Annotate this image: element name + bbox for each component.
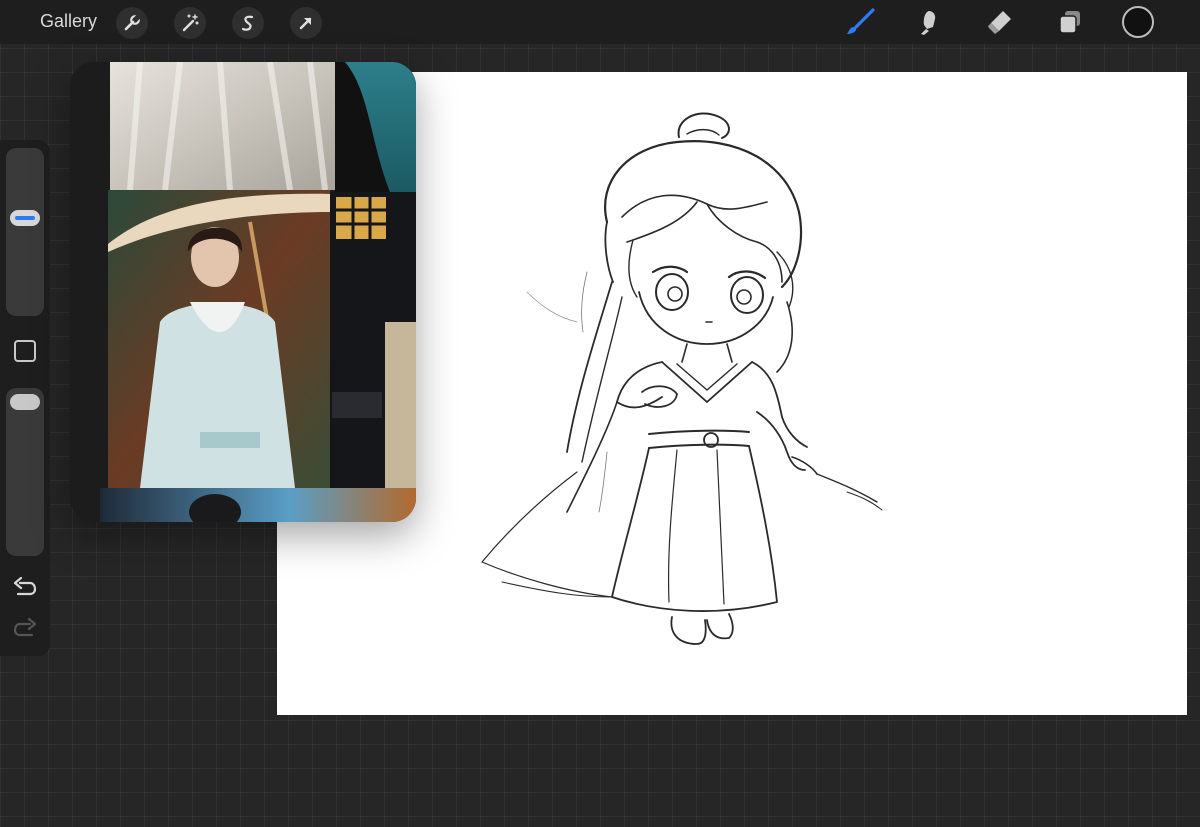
bottom-strip-photo — [100, 488, 416, 522]
reference-window[interactable] — [70, 62, 416, 522]
transform-button[interactable] — [290, 7, 322, 39]
gallery-button[interactable]: Gallery — [26, 9, 111, 34]
eraser-tool-button[interactable] — [982, 5, 1018, 39]
smudge-tool-button[interactable] — [912, 5, 948, 39]
adjustments-button[interactable] — [174, 7, 206, 39]
transform-arrow-icon — [299, 17, 312, 30]
brush-size-thumb[interactable] — [10, 210, 40, 226]
eraser-icon — [988, 11, 1011, 34]
selection-icon — [241, 15, 254, 31]
brush-size-slider[interactable] — [6, 148, 44, 316]
left-sidebar — [0, 140, 50, 656]
brush-tool-button[interactable] — [842, 5, 878, 39]
brush-icon — [847, 8, 875, 34]
opacity-thumb[interactable] — [10, 394, 40, 410]
smudge-icon — [921, 11, 936, 35]
color-picker-button[interactable] — [1122, 6, 1154, 38]
costume-fabric-photo — [110, 62, 335, 191]
magic-wand-icon — [182, 14, 199, 32]
redo-button[interactable] — [12, 617, 38, 640]
undo-button[interactable] — [12, 576, 38, 599]
undo-icon — [13, 576, 37, 596]
redo-icon — [13, 617, 37, 637]
wrench-icon — [124, 13, 142, 31]
teal-sleeve-photo — [335, 62, 416, 192]
layers-button[interactable] — [1052, 5, 1088, 39]
top-toolbar: Gallery — [0, 0, 1200, 44]
reference-collage — [100, 62, 416, 522]
modify-button[interactable] — [14, 340, 36, 362]
actions-button[interactable] — [116, 7, 148, 39]
man-with-umbrella-photo — [108, 190, 332, 488]
night-street-photo — [330, 192, 416, 488]
layers-icon — [1059, 11, 1080, 34]
opacity-slider[interactable] — [6, 388, 44, 556]
selection-button[interactable] — [232, 7, 264, 39]
